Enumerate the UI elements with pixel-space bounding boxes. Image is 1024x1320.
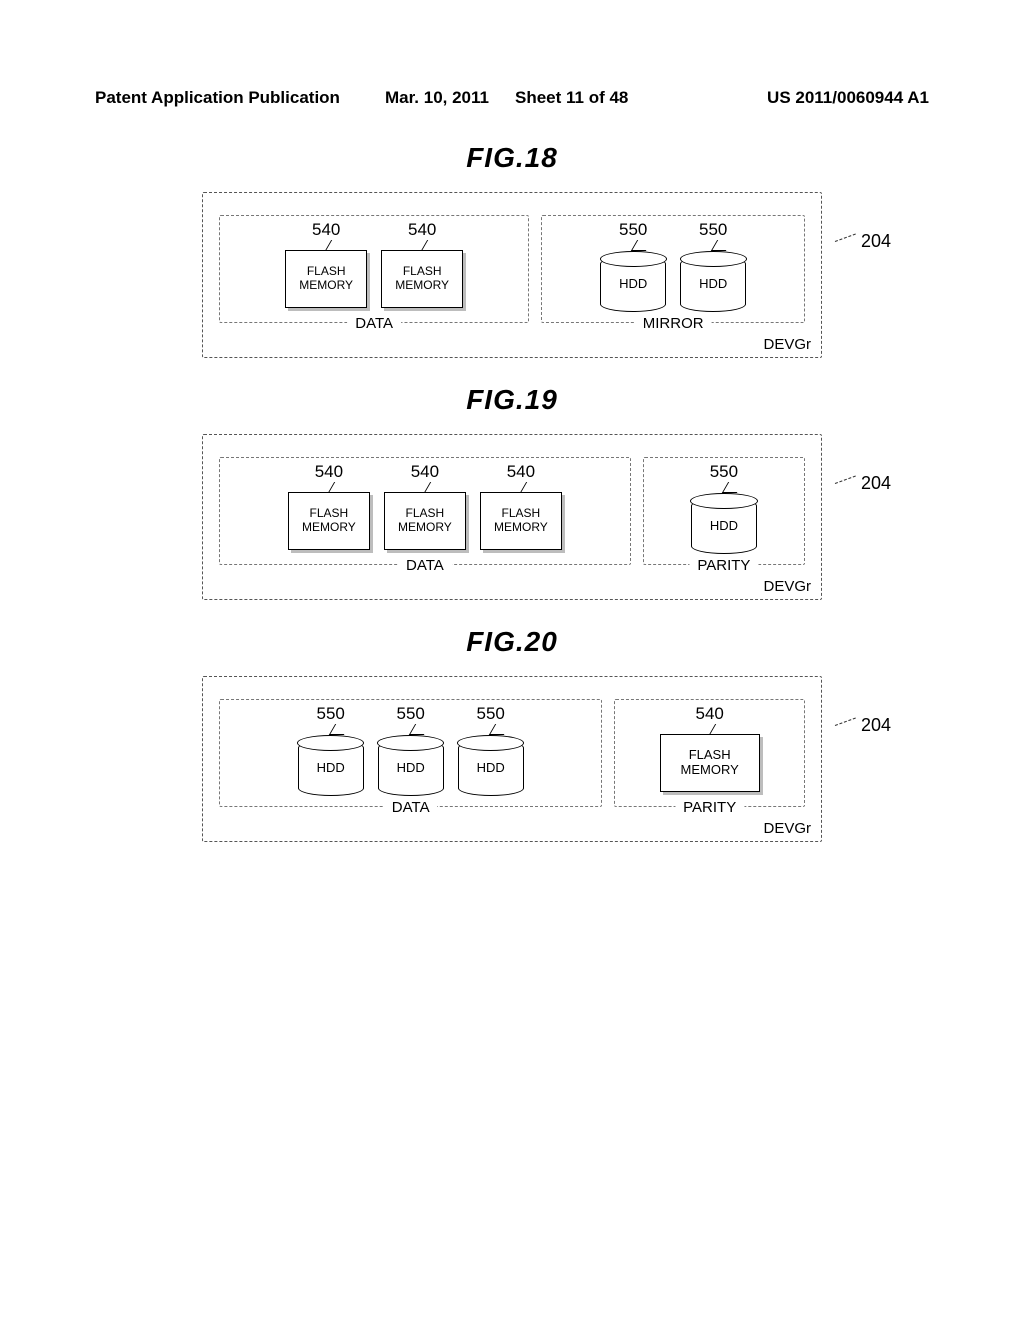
ref-550: 550 (317, 704, 345, 724)
header-sheet: Sheet 11 of 48 (515, 88, 628, 108)
devgr-label: DEVGr (763, 820, 811, 837)
figure-19-title: FIG.19 (0, 384, 1024, 416)
ref-550: 550 (699, 220, 727, 240)
hdd-label: HDD (691, 492, 757, 554)
header-left: Patent Application Publication (95, 88, 340, 108)
flash-memory-device: 540 FLASH MEMORY (660, 734, 760, 792)
ref-550: 550 (619, 220, 647, 240)
flash-label: FLASH MEMORY (681, 748, 739, 778)
group-parity-label: PARITY (689, 557, 758, 574)
figure-19-diagram: 204 540 FLASH MEMORY 540 FLASH MEMORY 54… (202, 434, 822, 600)
flash-label: FLASH MEMORY (398, 507, 452, 535)
hdd-device: 550 HDD (458, 734, 524, 796)
flash-memory-device: 540 FLASH MEMORY (381, 250, 463, 308)
figure-18-diagram: 204 540 FLASH MEMORY 540 FLASH MEMORY DA… (202, 192, 822, 358)
ref-550: 550 (710, 462, 738, 482)
ref-540: 540 (315, 462, 343, 482)
hdd-device: 550 HDD (600, 250, 666, 312)
ref-540: 540 (408, 220, 436, 240)
hdd-device: 550 HDD (680, 250, 746, 312)
patent-page: Patent Application Publication Mar. 10, … (0, 0, 1024, 1320)
flash-label: FLASH MEMORY (302, 507, 356, 535)
flash-memory-device: 540 FLASH MEMORY (480, 492, 562, 550)
ref-540: 540 (312, 220, 340, 240)
figure-20-title: FIG.20 (0, 626, 1024, 658)
group-mirror-label: MIRROR (635, 315, 712, 332)
group-data-label: DATA (384, 799, 438, 816)
ref-550: 550 (477, 704, 505, 724)
header-date: Mar. 10, 2011 (385, 88, 489, 108)
hdd-device: 550 HDD (298, 734, 364, 796)
hdd-label: HDD (378, 734, 444, 796)
ref-540: 540 (411, 462, 439, 482)
hdd-label: HDD (458, 734, 524, 796)
flash-memory-device: 540 FLASH MEMORY (288, 492, 370, 550)
figure-18-title: FIG.18 (0, 142, 1024, 174)
ref-204: 204 (861, 715, 891, 736)
flash-label: FLASH MEMORY (494, 507, 548, 535)
hdd-device: 550 HDD (691, 492, 757, 554)
ref-540: 540 (507, 462, 535, 482)
flash-memory-device: 540 FLASH MEMORY (285, 250, 367, 308)
devgr-label: DEVGr (763, 578, 811, 595)
header-pubno: US 2011/0060944 A1 (767, 88, 929, 108)
hdd-label: HDD (298, 734, 364, 796)
group-data-label: DATA (398, 557, 452, 574)
group-parity-label: PARITY (675, 799, 744, 816)
ref-540: 540 (696, 704, 724, 724)
flash-label: FLASH MEMORY (299, 265, 353, 293)
hdd-device: 550 HDD (378, 734, 444, 796)
hdd-label: HDD (600, 250, 666, 312)
flash-label: FLASH MEMORY (395, 265, 449, 293)
ref-204: 204 (861, 473, 891, 494)
ref-550: 550 (397, 704, 425, 724)
devgr-label: DEVGr (763, 336, 811, 353)
figure-20-diagram: 204 550 HDD 550 HDD 550 (202, 676, 822, 842)
hdd-label: HDD (680, 250, 746, 312)
flash-memory-device: 540 FLASH MEMORY (384, 492, 466, 550)
ref-204: 204 (861, 231, 891, 252)
group-data-label: DATA (347, 315, 401, 332)
